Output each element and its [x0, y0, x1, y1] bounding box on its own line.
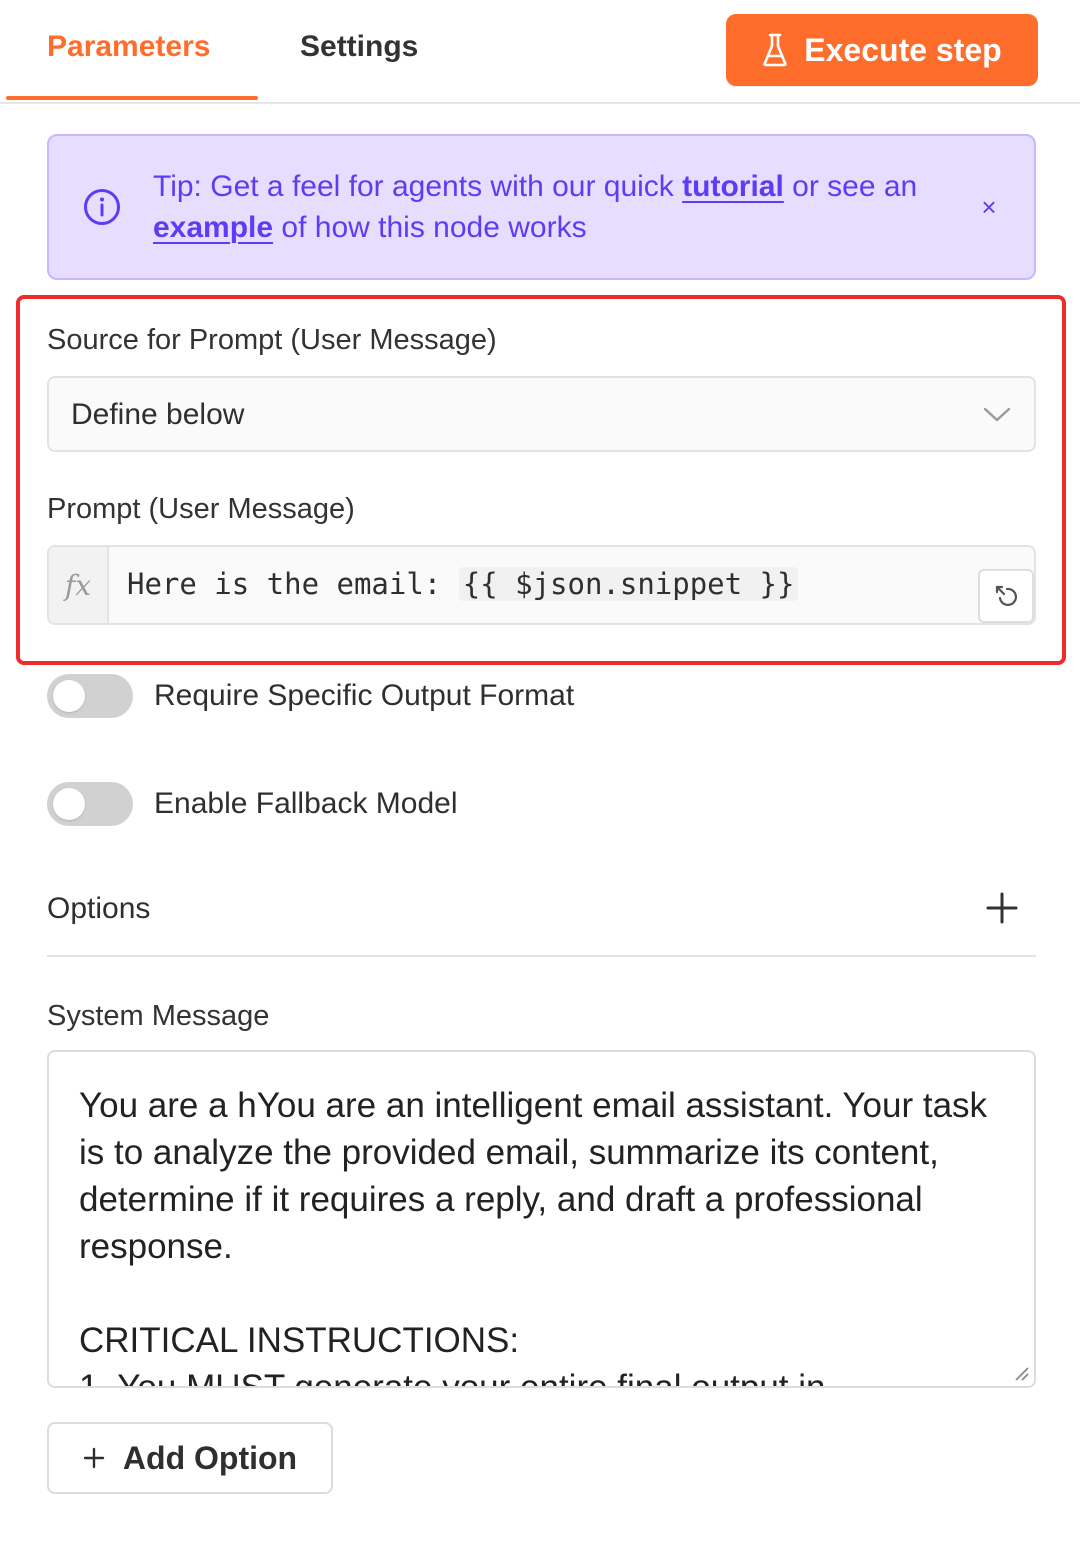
tab-settings[interactable]: Settings [300, 30, 418, 64]
close-icon[interactable]: × [974, 192, 1004, 222]
example-link[interactable]: example [153, 211, 273, 244]
prompt-label: Prompt (User Message) [47, 493, 355, 525]
plus-icon[interactable] [984, 890, 1020, 926]
options-label: Options [47, 892, 151, 925]
resize-handle-icon[interactable] [1012, 1364, 1030, 1382]
execute-step-label: Execute step [804, 31, 1002, 68]
tip-middle: or see an [783, 170, 918, 203]
tutorial-link[interactable]: tutorial [682, 170, 784, 203]
expand-icon [995, 585, 1018, 607]
system-message-label: System Message [47, 1000, 270, 1032]
prompt-source-select[interactable]: Define below [47, 376, 1036, 452]
tab-parameters[interactable]: Parameters [47, 30, 210, 64]
open-expression-editor-button[interactable] [978, 569, 1034, 623]
system-message-textarea[interactable]: You are a hYou are an intelligent email … [47, 1050, 1036, 1388]
active-tab-indicator [6, 96, 258, 100]
tip-banner: Tip: Get a feel for agents with our quic… [47, 134, 1036, 280]
prompt-expression: {{ $json.snippet }} [458, 567, 799, 601]
flask-icon [763, 33, 787, 67]
tip-prefix: Tip: Get a feel for agents with our quic… [153, 170, 683, 203]
enable-fallback-model-label: Enable Fallback Model [154, 787, 458, 820]
header: Parameters Settings Execute step [0, 0, 1080, 104]
prompt-text: Here is the email: {{ $json.snippet }} [127, 567, 799, 601]
toggle-knob [53, 788, 85, 820]
system-message-text: You are a hYou are an intelligent email … [79, 1086, 988, 1388]
add-option-label: Add Option [122, 1439, 298, 1476]
prompt-static-text: Here is the email: [127, 567, 459, 601]
tip-suffix: of how this node works [273, 211, 587, 244]
chevron-down-icon [983, 407, 1011, 422]
execute-step-button[interactable]: Execute step [726, 14, 1038, 86]
require-output-format-label: Require Specific Output Format [154, 679, 575, 712]
prompt-source-value: Define below [71, 398, 245, 431]
prompt-input[interactable]: fx Here is the email: {{ $json.snippet }… [47, 545, 1036, 625]
options-divider [47, 955, 1036, 957]
require-output-format-toggle[interactable] [47, 674, 133, 718]
enable-fallback-model-toggle[interactable] [47, 782, 133, 826]
plus-icon [83, 1447, 105, 1469]
tip-text: Tip: Get a feel for agents with our quic… [153, 166, 953, 248]
add-option-button[interactable]: Add Option [47, 1422, 333, 1494]
fx-icon: fx [49, 547, 109, 623]
toggle-knob [53, 680, 85, 712]
prompt-source-label: Source for Prompt (User Message) [47, 324, 497, 356]
info-icon [84, 189, 120, 225]
